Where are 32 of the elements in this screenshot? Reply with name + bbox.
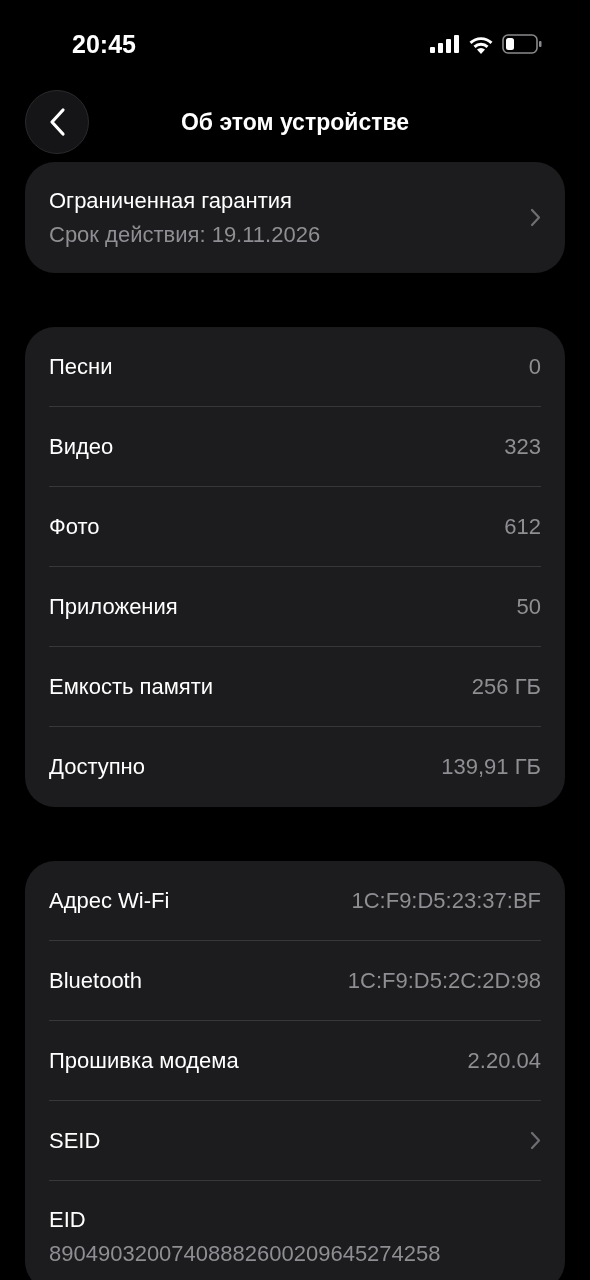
back-icon — [48, 107, 66, 137]
row-value: 256 ГБ — [471, 673, 541, 700]
row-value: 323 — [504, 433, 541, 460]
signal-icon — [430, 35, 460, 53]
row-label: Фото — [49, 513, 100, 540]
row-value: 1C:F9:D5:23:37:BF — [351, 887, 541, 914]
battery-icon — [502, 34, 542, 54]
warranty-row[interactable]: Ограниченная гарантия Срок действия: 19.11.2026 — [25, 162, 565, 273]
row-value: 612 — [504, 513, 541, 540]
row-value: 0 — [528, 353, 541, 380]
row-label: Видео — [49, 433, 114, 460]
row-label: Песни — [49, 353, 113, 380]
row-value: 1C:F9:D5:2C:2D:98 — [347, 967, 541, 994]
warranty-expiry: Срок действия: 19.11.2026 — [49, 221, 321, 248]
page-title: Об этом устройстве — [180, 108, 410, 136]
row-label: Приложения — [49, 593, 178, 620]
chevron-icon — [530, 208, 541, 227]
row-label: EID — [49, 1207, 86, 1233]
row-value: 139,91 ГБ — [441, 754, 541, 780]
row-label: Адрес Wi-Fi — [49, 887, 170, 914]
chevron-icon — [530, 1131, 541, 1150]
warranty-title: Ограниченная гарантия — [49, 187, 293, 214]
row-value: 89049032007408882600209645274258 — [49, 1241, 441, 1267]
row-value: 50 — [516, 593, 541, 620]
row-label: SEID — [49, 1127, 101, 1154]
row-label: Прошивка модема — [49, 1047, 239, 1074]
row-label: Емкость памяти — [49, 673, 214, 700]
row-label: Доступно — [49, 754, 145, 780]
row-value: 2.20.04 — [467, 1047, 541, 1074]
status-time: 20:45 — [72, 29, 136, 59]
row-label: Bluetooth — [49, 967, 142, 994]
wifi-icon — [468, 34, 494, 54]
